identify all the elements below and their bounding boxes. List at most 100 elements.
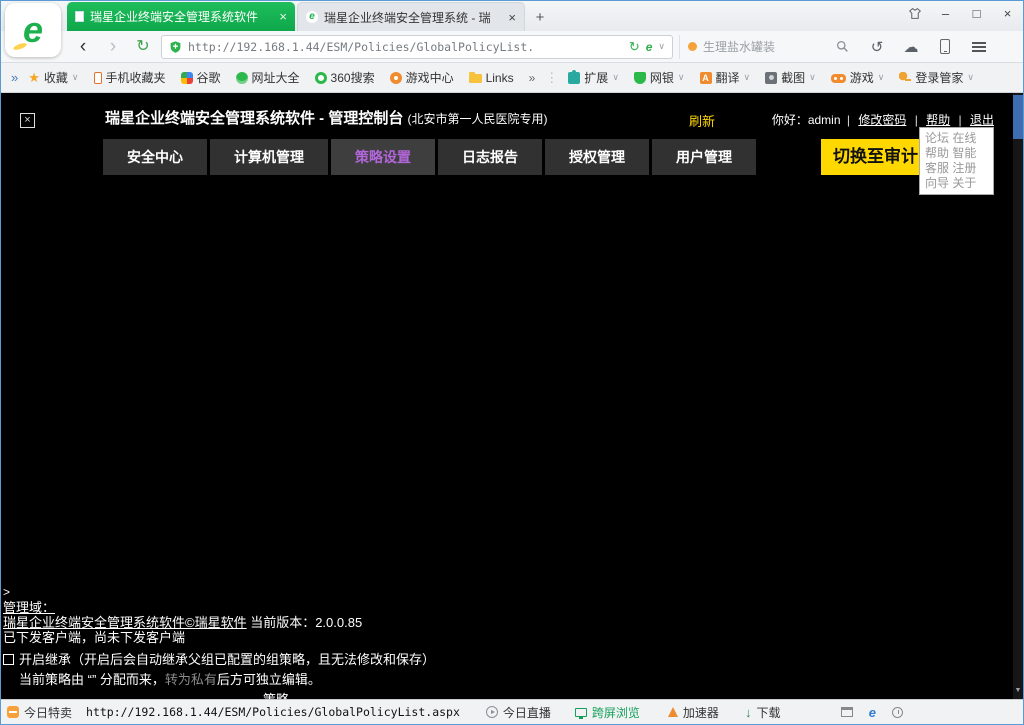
chevron-down-icon: ∨ — [967, 72, 974, 83]
copyright-line: 瑞星企业终端安全管理系统软件©瑞星软件 当前版本：2.0.0.85 — [3, 615, 723, 630]
page-subtitle: (北安市第一人民医院专用) — [408, 112, 548, 126]
tab-title: 瑞星企业终端安全管理系统软件 — [90, 8, 273, 25]
statusbar-right-icons: e — [841, 705, 903, 720]
downloads-button[interactable]: ↓ 下载 — [745, 704, 781, 721]
tab-computer-management[interactable]: 计算机管理 — [210, 139, 328, 175]
bookmarks-overflow-icon[interactable]: » — [529, 71, 536, 85]
search-icon[interactable] — [836, 40, 849, 53]
refresh-button[interactable]: ↻ — [131, 32, 155, 62]
browser-tab-active[interactable]: 瑞星企业终端安全管理系统软件 × — [67, 2, 295, 31]
accelerator-button[interactable]: 加速器 — [668, 704, 719, 721]
forward-button[interactable]: › — [101, 32, 125, 62]
status-bar: 今日特卖 http://192.168.1.44/ESM/Policies/Gl… — [1, 699, 1023, 724]
page-nav-tabs: 安全中心 计算机管理 策略设置 日志报告 授权管理 用户管理 — [103, 139, 756, 175]
download-icon: ↓ — [745, 705, 752, 720]
browser-tab-inactive[interactable]: e 瑞星企业终端安全管理系统 - 瑞 × — [297, 2, 525, 31]
help-dropdown-menu[interactable]: 论坛 在线帮助 智能客服 注册向导 关于 — [919, 127, 994, 195]
online-banking-button[interactable]: 网银 ∨ — [634, 69, 685, 86]
close-button[interactable]: × — [994, 3, 1021, 25]
tab-license-management[interactable]: 授权管理 — [545, 139, 649, 175]
user-area: 你好：admin | 修改密码 | 帮助 | 退出 — [772, 111, 996, 128]
inherit-option: 开启继承（开启后会自动继承父组已配置的组策略，且无法修改和保存） — [3, 652, 723, 667]
bookmark-mobile-favorites[interactable]: 手机收藏夹 — [94, 69, 166, 86]
games-button[interactable]: 游戏 ∨ — [831, 69, 885, 86]
undo-icon[interactable]: ↺ — [863, 38, 891, 56]
star-icon: ★ — [28, 72, 40, 84]
shield-icon — [634, 72, 646, 84]
tab-close-icon[interactable]: × — [508, 10, 516, 25]
skin-icon[interactable] — [901, 3, 928, 25]
logout-link[interactable]: 退出 — [970, 113, 994, 127]
cross-screen-button[interactable]: 跨屏浏览 — [575, 704, 640, 721]
inherit-checkbox[interactable] — [3, 654, 14, 665]
shopping-icon — [7, 706, 19, 718]
window-mode-icon[interactable] — [841, 707, 853, 717]
address-bar[interactable]: http://192.168.1.44/ESM/Policies/GlobalP… — [161, 35, 673, 59]
auto-refresh-icon[interactable]: ↻ — [629, 39, 640, 55]
daily-deals-button[interactable]: 今日特卖 — [7, 704, 72, 721]
cross-screen-icon — [575, 708, 587, 717]
management-domain-label[interactable]: 管理域： — [3, 600, 55, 615]
browser-mode-icon[interactable]: e — [646, 40, 653, 54]
browser-logo[interactable]: e — [5, 3, 61, 57]
chevron-down-icon: ∨ — [678, 72, 685, 83]
favorites-panel-icon[interactable]: » — [11, 70, 18, 85]
toolbar-separator-icon: ⋮ — [545, 70, 558, 86]
browser-core-icon[interactable]: e — [869, 705, 876, 720]
folder-icon — [469, 74, 482, 83]
cloud-sync-icon[interactable]: ☁ — [897, 38, 925, 56]
tab-security-center[interactable]: 安全中心 — [103, 139, 207, 175]
page-refresh-link[interactable]: 刷新 — [689, 111, 715, 130]
new-tab-button[interactable]: + — [527, 4, 553, 30]
speed-gauge-icon[interactable] — [892, 707, 903, 718]
chevron-down-icon: ∨ — [744, 72, 751, 83]
scrollbar-thumb[interactable] — [1013, 95, 1023, 139]
bookmark-links-folder[interactable]: Links — [469, 71, 514, 85]
chevron-down-icon[interactable]: ∨ — [658, 41, 665, 52]
minimize-button[interactable]: – — [932, 3, 959, 25]
live-stream-button[interactable]: 今日直播 — [486, 704, 551, 721]
bookmark-360-search[interactable]: 360搜索 — [315, 69, 375, 86]
prompt-text: > — [3, 585, 723, 600]
page-footer: > 管理域： 瑞星企业终端安全管理系统软件©瑞星软件 当前版本：2.0.0.85… — [3, 585, 723, 701]
globe-icon — [236, 72, 248, 84]
tab-log-reports[interactable]: 日志报告 — [438, 139, 542, 175]
page-scrollbar[interactable]: ▼ — [1013, 93, 1023, 701]
game-center-icon — [390, 72, 402, 84]
tab-user-management[interactable]: 用户管理 — [652, 139, 756, 175]
site-security-icon — [169, 40, 182, 54]
send-to-phone-icon[interactable] — [931, 39, 959, 54]
search-input[interactable]: 生理盐水罐装 — [703, 38, 830, 55]
extensions-button[interactable]: 扩展 ∨ — [568, 69, 619, 86]
scrollbar-down-arrow-icon[interactable]: ▼ — [1013, 684, 1023, 698]
navigation-bar: ‹ › ↻ http://192.168.1.44/ESM/Policies/G… — [1, 31, 1023, 63]
client-legend: 已下发客户端，尚未下发客户端 — [3, 630, 723, 645]
bookmark-favorites[interactable]: ★ 收藏 ∨ — [28, 69, 78, 86]
tab-close-icon[interactable]: × — [279, 9, 287, 24]
tab-policy-settings[interactable]: 策略设置 — [331, 139, 435, 175]
maximize-button[interactable]: □ — [963, 3, 990, 25]
bookmarks-bar: » ★ 收藏 ∨ 手机收藏夹 谷歌 网址大全 360搜索 游戏中心 Links — [1, 63, 1023, 93]
translate-button[interactable]: A 翻译 ∨ — [700, 69, 751, 86]
search-box[interactable]: 生理盐水罐装 — [679, 35, 857, 59]
broken-image-icon: × — [20, 113, 35, 128]
login-manager-button[interactable]: 登录管家 ∨ — [899, 69, 974, 86]
screenshot-button[interactable]: 截图 ∨ — [765, 69, 816, 86]
bookmark-google[interactable]: 谷歌 — [181, 69, 221, 86]
bookmark-site-directory[interactable]: 网址大全 — [236, 69, 300, 86]
bookmark-game-center[interactable]: 游戏中心 — [390, 69, 454, 86]
back-button[interactable]: ‹ — [71, 32, 95, 62]
url-text[interactable]: http://192.168.1.44/ESM/Policies/GlobalP… — [188, 40, 623, 54]
chevron-down-icon: ∨ — [72, 72, 79, 83]
convert-private-link[interactable]: 转为私有 — [165, 672, 217, 687]
browser-favicon-icon: e — [306, 11, 318, 23]
page-favicon-icon — [75, 11, 84, 22]
help-link[interactable]: 帮助 — [926, 113, 950, 127]
greeting-text: 你好：admin — [772, 113, 841, 127]
phone-icon — [94, 72, 102, 84]
title-bar: 瑞星企业终端安全管理系统软件 × e 瑞星企业终端安全管理系统 - 瑞 × + … — [1, 1, 1023, 31]
status-url-text: http://192.168.1.44/ESM/Policies/GlobalP… — [86, 705, 460, 719]
change-password-link[interactable]: 修改密码 — [858, 113, 906, 127]
switch-to-audit-button[interactable]: 切换至审计 — [821, 139, 930, 175]
main-menu-icon[interactable] — [965, 40, 993, 54]
